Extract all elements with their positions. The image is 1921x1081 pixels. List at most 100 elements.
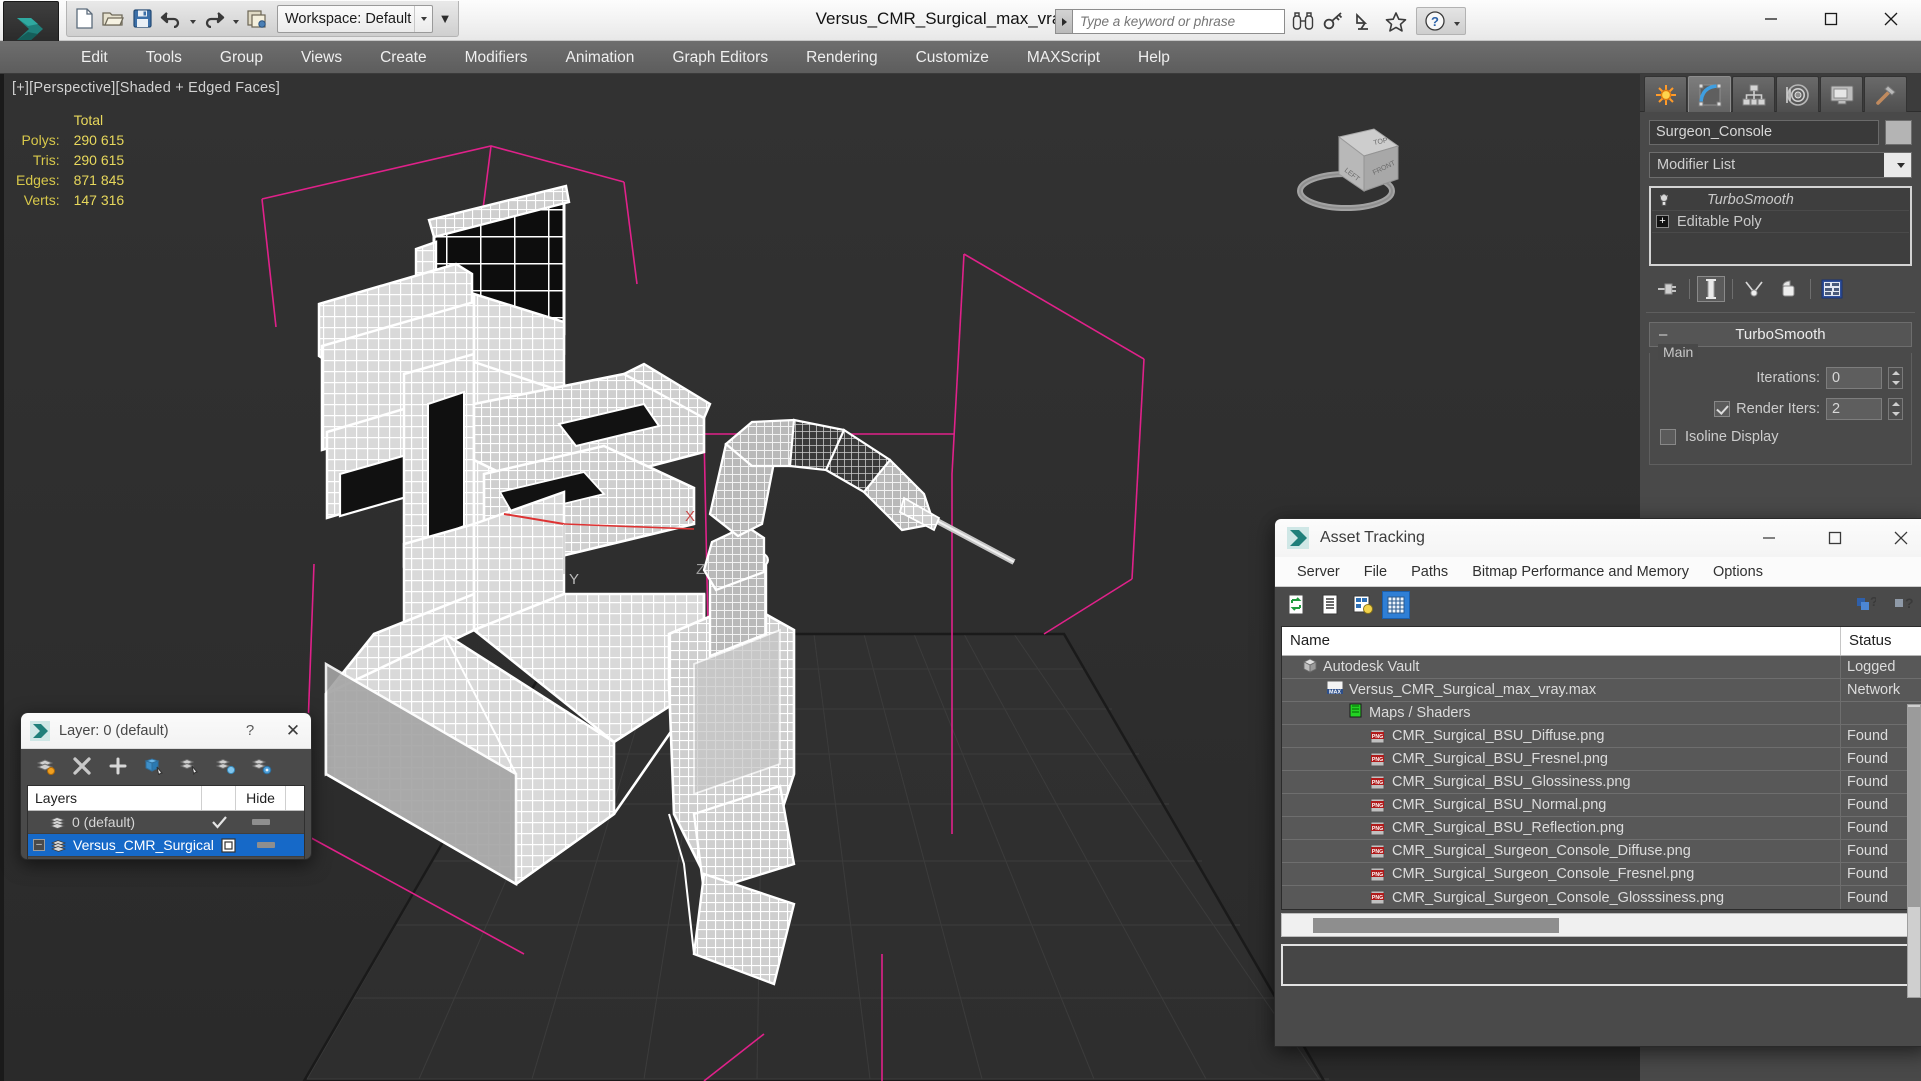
refresh-assets-icon[interactable] [1284, 592, 1310, 618]
close-button[interactable] [1873, 519, 1921, 557]
grid-view-icon[interactable] [1382, 591, 1410, 619]
isoline-display-checkbox[interactable] [1660, 429, 1676, 445]
list-view-icon[interactable] [1317, 592, 1343, 618]
menu-item-options[interactable]: Options [1701, 557, 1775, 587]
asset-row-console-diffuse[interactable]: PNG CMR_Surgical_Surgeon_Console_Diffuse… [1282, 839, 1921, 863]
asset-grid[interactable]: Name Status Autodesk Vault Logged MAX Ve… [1281, 626, 1921, 910]
delete-layer-icon[interactable] [71, 755, 93, 777]
create-new-layer-icon[interactable] [35, 755, 57, 777]
asset-tracking-window[interactable]: Asset Tracking Server File Paths Bitmap … [1274, 518, 1921, 1047]
display-tab[interactable] [1820, 76, 1863, 112]
project-folder-icon[interactable] [244, 6, 270, 32]
help-button[interactable]: ? [234, 722, 266, 739]
render-iters-input[interactable]: 2 [1826, 398, 1882, 420]
close-button[interactable] [1861, 0, 1921, 38]
make-unique-button[interactable] [1740, 276, 1768, 302]
menu-item-server[interactable]: Server [1285, 557, 1352, 587]
collapse-icon[interactable]: – [1659, 326, 1667, 343]
key-icon[interactable] [1319, 7, 1348, 35]
close-button[interactable]: ✕ [275, 721, 311, 741]
minimize-button[interactable] [1741, 519, 1796, 557]
menu-item-help[interactable]: Help [1119, 41, 1189, 74]
layer-active-indicator[interactable] [202, 815, 236, 829]
object-name-field[interactable]: Surgeon_Console [1649, 120, 1879, 145]
menu-item-tools[interactable]: Tools [127, 41, 201, 74]
hierarchy-tab[interactable] [1732, 76, 1775, 112]
detail-view-icon[interactable] [1350, 592, 1376, 618]
show-end-result-button[interactable] [1697, 276, 1725, 302]
menu-item-graph-editors[interactable]: Graph Editors [653, 41, 787, 74]
menu-item-customize[interactable]: Customize [897, 41, 1008, 74]
undo-icon[interactable] [158, 6, 184, 32]
menu-item-animation[interactable]: Animation [547, 41, 654, 74]
scrollbar-thumb[interactable] [1313, 918, 1559, 933]
layer-row-surgeon-console[interactable]: Surgeon_Console [28, 857, 304, 859]
search-dropdown-arrow[interactable] [1055, 9, 1072, 34]
viewport-label[interactable]: [+][Perspective][Shaded + Edged Faces] [12, 80, 280, 96]
object-color-swatch[interactable] [1885, 120, 1912, 145]
redo-dropdown-arrow[interactable] [230, 6, 241, 32]
asset-row-maps-shaders[interactable]: Maps / Shaders [1282, 701, 1921, 725]
iterations-spinner[interactable] [1888, 367, 1903, 389]
help-icon[interactable]: ? [1890, 592, 1916, 618]
minimize-button[interactable] [1741, 0, 1801, 38]
binoculars-icon[interactable] [1288, 7, 1317, 35]
layer-properties-icon[interactable] [251, 755, 273, 777]
menu-item-rendering[interactable]: Rendering [787, 41, 897, 74]
help-icon[interactable]: ? [1420, 7, 1449, 35]
satellite-icon[interactable] [1350, 7, 1379, 35]
render-iters-checkbox[interactable] [1714, 401, 1731, 417]
star-icon[interactable] [1381, 7, 1410, 35]
modifier-stack-item-editable-poly[interactable]: + Editable Poly [1652, 211, 1909, 233]
new-file-icon[interactable] [71, 6, 97, 32]
maximize-button[interactable] [1801, 0, 1861, 38]
asset-horizontal-scrollbar[interactable] [1281, 913, 1921, 937]
maximize-button[interactable] [1807, 519, 1862, 557]
utilities-tab[interactable] [1864, 76, 1907, 112]
chevron-down-icon[interactable] [1884, 153, 1911, 177]
asset-row-bsu-normal[interactable]: PNG CMR_Surgical_BSU_Normal.png Found [1282, 793, 1921, 817]
pin-stack-button[interactable] [1654, 276, 1682, 302]
save-file-icon[interactable] [129, 6, 155, 32]
redo-icon[interactable] [201, 6, 227, 32]
menu-item-create[interactable]: Create [361, 41, 446, 74]
asset-vertical-scrollbar[interactable] [1907, 704, 1921, 998]
modifier-list-combo[interactable]: Modifier List [1649, 152, 1912, 178]
layer-list[interactable]: Layers Hide 0 (default) – Versus_CMR_Sur… [27, 785, 305, 859]
asset-row-bsu-glossiness[interactable]: PNG CMR_Surgical_BSU_Glossiness.png Foun… [1282, 770, 1921, 794]
select-highlighted-layer-icon[interactable] [179, 755, 201, 777]
lightbulb-icon[interactable] [1656, 192, 1671, 207]
open-file-icon[interactable] [100, 6, 126, 32]
undo-dropdown-arrow[interactable] [187, 6, 198, 32]
search-input[interactable] [1072, 9, 1285, 34]
help-dropdown-arrow[interactable] [1451, 8, 1462, 34]
view-cube[interactable]: TOP LEFT FRONT [1294, 119, 1404, 219]
render-iters-spinner[interactable] [1888, 398, 1903, 420]
menu-item-edit[interactable]: Edit [62, 41, 127, 74]
layer-dialog[interactable]: Layer: 0 (default) ? ✕ Layers Hide 0 (de… [20, 712, 312, 860]
asset-row-max-file[interactable]: MAX Versus_CMR_Surgical_max_vray.max Net… [1282, 678, 1921, 702]
configure-modifier-sets-button[interactable] [1818, 276, 1846, 302]
asset-tracking-titlebar[interactable]: Asset Tracking [1275, 519, 1921, 557]
menu-item-bitmap-performance-and-memory[interactable]: Bitmap Performance and Memory [1460, 557, 1701, 587]
asset-row-bsu-reflection[interactable]: PNG CMR_Surgical_BSU_Reflection.png Foun… [1282, 816, 1921, 840]
layer-row-versus-cmr-surgical[interactable]: – Versus_CMR_Surgical [28, 834, 304, 857]
menu-item-group[interactable]: Group [201, 41, 282, 74]
menu-item-views[interactable]: Views [282, 41, 361, 74]
motion-tab[interactable] [1776, 76, 1819, 112]
column-status[interactable]: Status [1841, 627, 1921, 655]
create-tab[interactable] [1644, 76, 1687, 112]
expand-collapse-icon[interactable]: – [33, 839, 45, 851]
asset-row-console-fresnel[interactable]: PNG CMR_Surgical_Surgeon_Console_Fresnel… [1282, 862, 1921, 886]
modifier-stack-item-turbosmooth[interactable]: TurboSmooth [1652, 189, 1909, 211]
plus-box-icon[interactable]: + [1656, 215, 1669, 228]
column-name[interactable]: Name [1282, 627, 1841, 655]
remove-modifier-button[interactable] [1775, 276, 1803, 302]
menu-item-paths[interactable]: Paths [1399, 557, 1460, 587]
scrollbar-thumb[interactable] [1908, 707, 1920, 907]
modify-tab[interactable] [1688, 76, 1731, 112]
asset-row-bsu-fresnel[interactable]: PNG CMR_Surgical_BSU_Fresnel.png Found [1282, 747, 1921, 771]
modifier-stack[interactable]: TurboSmooth + Editable Poly [1649, 186, 1912, 266]
menu-item-maxscript[interactable]: MAXScript [1008, 41, 1119, 74]
asset-row-console-glossiness[interactable]: PNG CMR_Surgical_Surgeon_Console_Glosssi… [1282, 886, 1921, 909]
